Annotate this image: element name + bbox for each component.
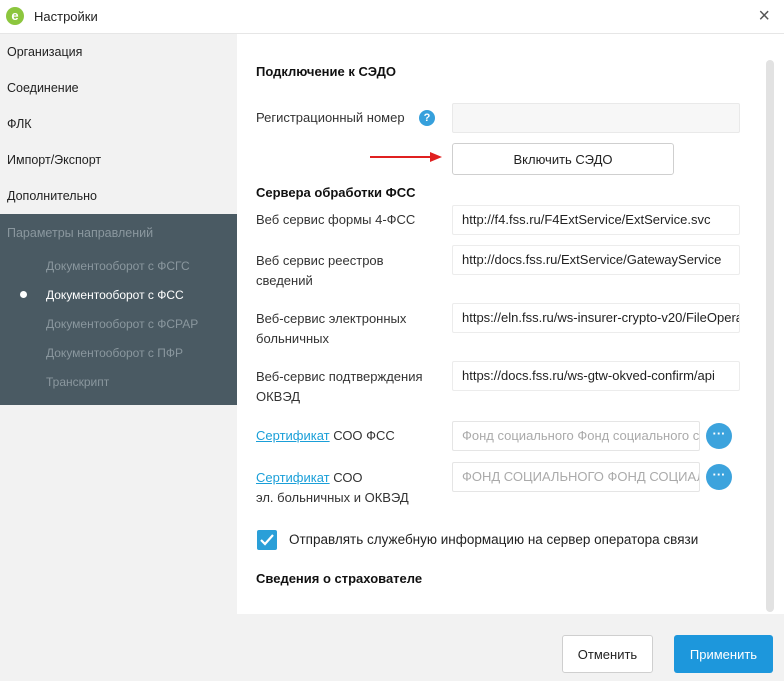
server-label-okved: Веб-сервис подтверждения ОКВЭД xyxy=(256,367,423,407)
cert-label-soo-fss: Сертификат СОО ФСС xyxy=(256,426,395,446)
servers-section-title: Сервера обработки ФСС xyxy=(256,185,416,200)
dialog-footer xyxy=(0,614,784,681)
sidebar-subitem-pfr[interactable]: Документооборот с ПФР xyxy=(46,346,183,360)
server-label-registries-line2: сведений xyxy=(256,273,313,288)
cert-input-soo-fss[interactable]: Фонд социального Фонд социального страхо… xyxy=(452,421,700,451)
server-label-registries: Веб сервис реестров сведений xyxy=(256,251,384,291)
help-icon[interactable]: ? xyxy=(419,110,435,126)
cert-link-soo-fss[interactable]: Сертификат xyxy=(256,428,330,443)
sedo-section-title: Подключение к СЭДО xyxy=(256,64,396,79)
active-bullet-icon xyxy=(20,291,27,298)
sidebar: Организация Соединение ФЛК Импорт/Экспор… xyxy=(0,34,237,614)
sidebar-subitem-transcript[interactable]: Транскрипт xyxy=(46,375,109,389)
sidebar-subitem-fsgs[interactable]: Документооборот с ФСГС xyxy=(46,259,190,273)
send-service-info-label: Отправлять служебную информацию на серве… xyxy=(289,532,699,547)
sidebar-group-directions: Параметры направлений Документооборот с … xyxy=(0,214,237,405)
reg-number-label: Регистрационный номер xyxy=(256,110,405,125)
sidebar-subitem-fsrar[interactable]: Документооборот с ФСРАР xyxy=(46,317,198,331)
cert-label-eln-okved-line2: эл. больничных и ОКВЭД xyxy=(256,490,409,505)
server-label-okved-line1: Веб-сервис подтверждения xyxy=(256,369,423,384)
checkmark-icon xyxy=(260,534,274,546)
sidebar-item-connection[interactable]: Соединение xyxy=(0,70,237,106)
cert-input-eln-okved[interactable]: ФОНД СОЦИАЛЬНОГО ФОНД СОЦИАЛЬНОГО СТРАХО… xyxy=(452,462,700,492)
cert-label-eln-okved: Сертификат СОО эл. больничных и ОКВЭД xyxy=(256,468,409,508)
title-bar: e Настройки × xyxy=(0,0,784,34)
server-input-4fss[interactable]: http://f4.fss.ru/F4ExtService/ExtService… xyxy=(452,205,740,235)
window-title: Настройки xyxy=(34,9,98,24)
close-icon[interactable]: × xyxy=(758,4,770,28)
cert-browse-button-1[interactable]: ··· xyxy=(706,423,732,449)
enable-sedo-button[interactable]: Включить СЭДО xyxy=(452,143,674,175)
server-label-eln-line1: Веб-сервис электронных xyxy=(256,311,407,326)
reg-number-input[interactable] xyxy=(452,103,740,133)
server-label-eln: Веб-сервис электронных больничных xyxy=(256,309,406,349)
send-service-info-checkbox[interactable] xyxy=(257,530,277,550)
scrollbar[interactable] xyxy=(766,60,774,612)
server-input-registries[interactable]: http://docs.fss.ru/ExtService/GatewaySer… xyxy=(452,245,740,275)
sidebar-item-import-export[interactable]: Импорт/Экспорт xyxy=(0,142,237,178)
server-input-eln[interactable]: https://eln.fss.ru/ws-insurer-crypto-v20… xyxy=(452,303,740,333)
cert-browse-button-2[interactable]: ··· xyxy=(706,464,732,490)
app-logo-icon: e xyxy=(6,7,24,25)
server-label-registries-line1: Веб сервис реестров xyxy=(256,253,384,268)
server-label-okved-line2: ОКВЭД xyxy=(256,389,301,404)
apply-button[interactable]: Применить xyxy=(674,635,773,673)
server-label-eln-line2: больничных xyxy=(256,331,329,346)
server-label-4fss: Веб сервис формы 4-ФСС xyxy=(256,210,415,230)
annotation-arrow-icon xyxy=(370,152,442,162)
sidebar-group-title[interactable]: Параметры направлений xyxy=(7,226,153,240)
server-input-okved[interactable]: https://docs.fss.ru/ws-gtw-okved-confirm… xyxy=(452,361,740,391)
sidebar-item-organization[interactable]: Организация xyxy=(0,34,237,70)
cert-link-eln-okved[interactable]: Сертификат xyxy=(256,470,330,485)
server-label-4fss-line1: Веб сервис формы 4-ФСС xyxy=(256,212,416,227)
sidebar-item-additional[interactable]: Дополнительно xyxy=(0,178,237,214)
cert-label-eln-okved-text: СОО xyxy=(329,470,363,485)
cancel-button[interactable]: Отменить xyxy=(562,635,653,673)
cert-label-soo-fss-text: СОО ФСС xyxy=(329,428,395,443)
sidebar-subitem-fss[interactable]: Документооборот с ФСС xyxy=(46,288,184,302)
insurer-section-title: Сведения о страхователе xyxy=(256,571,423,586)
sidebar-item-flk[interactable]: ФЛК xyxy=(0,106,237,142)
